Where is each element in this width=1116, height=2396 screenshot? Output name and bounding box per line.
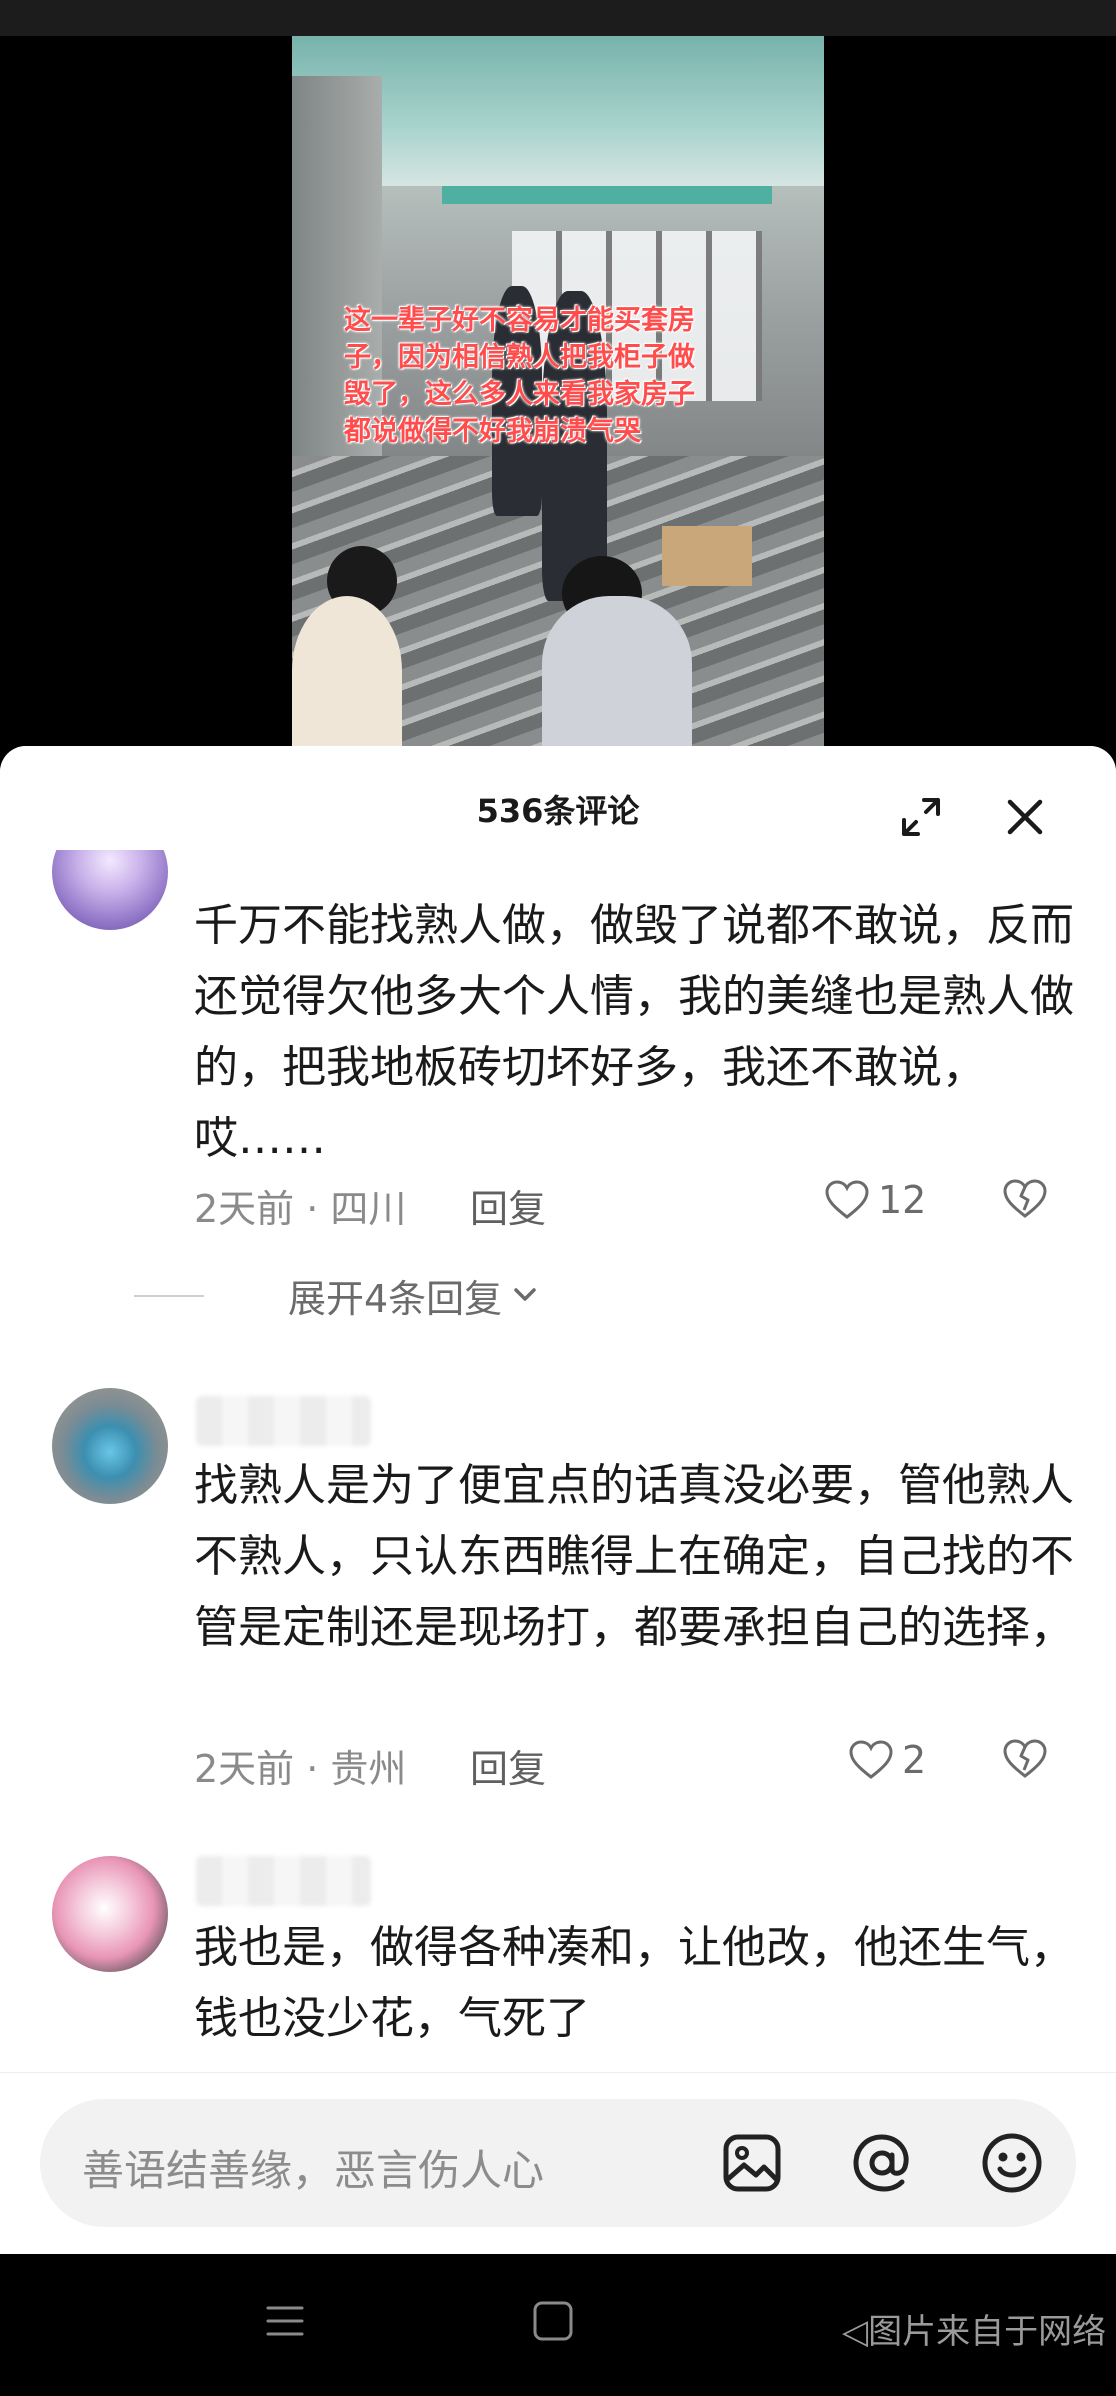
comment-meta: 2天前 · 贵州 回复 2 bbox=[194, 1736, 1094, 1791]
comments-header: 536条评论 bbox=[0, 746, 1116, 850]
comment-input-placeholder: 善语结善缘，恶言伤人心 bbox=[82, 2146, 545, 2195]
comment-time-location: 2天前 · 四川 bbox=[194, 1187, 407, 1231]
reply-button[interactable]: 回复 bbox=[470, 1178, 546, 1233]
emoji-icon[interactable] bbox=[980, 2131, 1044, 2195]
video-ceiling-trim bbox=[442, 186, 772, 204]
home-icon[interactable] bbox=[530, 2298, 576, 2348]
chevron-down-icon bbox=[514, 1288, 536, 1301]
like-count: 2 bbox=[902, 1738, 927, 1782]
avatar[interactable] bbox=[52, 1856, 168, 1972]
video-child bbox=[292, 596, 402, 746]
username-redacted[interactable] bbox=[196, 1396, 371, 1446]
comments-count-title: 536条评论 bbox=[476, 792, 640, 830]
username-redacted[interactable] bbox=[196, 1856, 371, 1906]
dislike-button[interactable] bbox=[1002, 1736, 1048, 1791]
heart-icon bbox=[849, 1740, 893, 1779]
video-frame: 这一辈子好不容易才能买套房 子，因为相信熟人把我柜子做 毁了，这么多人来看我家房… bbox=[292, 36, 824, 746]
dislike-button[interactable] bbox=[1002, 1176, 1048, 1231]
menu-icon[interactable] bbox=[262, 2298, 308, 2348]
status-bar bbox=[0, 0, 1116, 36]
close-icon[interactable] bbox=[1002, 794, 1048, 840]
comment-text: 找熟人是为了便宜点的话真没必要，管他熟人不熟人，只认东西瞧得上在确定，自己找的不… bbox=[194, 1460, 1074, 1653]
video-child bbox=[542, 596, 692, 746]
system-nav-bar: ◁图片来自于网络 bbox=[0, 2254, 1116, 2396]
comment-meta: 2天前 · 四川 回复 12 bbox=[194, 1176, 1094, 1231]
avatar[interactable] bbox=[52, 850, 168, 930]
expand-icon[interactable] bbox=[898, 794, 944, 840]
comment-text: 千万不能找熟人做，做毁了说都不敢说，反而还觉得欠他多大个人情，我的美缝也是熟人做… bbox=[194, 900, 1074, 1164]
expand-replies-label: 展开4条回复 bbox=[288, 1276, 503, 1321]
broken-heart-icon bbox=[1003, 1179, 1047, 1218]
like-button[interactable]: 12 bbox=[824, 1178, 926, 1222]
comment-time-location: 2天前 · 贵州 bbox=[194, 1747, 407, 1791]
expand-replies-button[interactable]: 展开4条回复 bbox=[134, 1270, 542, 1321]
heart-icon bbox=[825, 1180, 869, 1219]
comments-sheet: 536条评论 千万不能找熟人做，做毁了说都不敢说，反而还觉得欠他多大个人情，我的… bbox=[0, 746, 1116, 2254]
like-button[interactable]: 2 bbox=[848, 1738, 926, 1782]
avatar[interactable] bbox=[52, 1388, 168, 1504]
watermark: ◁图片来自于网络 bbox=[842, 2312, 1107, 2352]
comment-input[interactable]: 善语结善缘，恶言伤人心 bbox=[40, 2099, 1076, 2227]
divider bbox=[134, 1295, 204, 1297]
comment-text: 我也是，做得各种凑和，让他改，他还生气，钱也没少花，气死了 bbox=[194, 1922, 1074, 2044]
comment-composer: 善语结善缘，恶言伤人心 bbox=[0, 2072, 1116, 2254]
like-count: 12 bbox=[878, 1178, 927, 1222]
reply-button[interactable]: 回复 bbox=[470, 1738, 546, 1793]
video-player[interactable]: 这一辈子好不容易才能买套房 子，因为相信熟人把我柜子做 毁了，这么多人来看我家房… bbox=[0, 36, 1116, 746]
video-box bbox=[662, 526, 752, 586]
image-icon[interactable] bbox=[720, 2131, 784, 2195]
broken-heart-icon bbox=[1003, 1739, 1047, 1778]
video-caption: 这一辈子好不容易才能买套房 子，因为相信熟人把我柜子做 毁了，这么多人来看我家房… bbox=[344, 305, 695, 447]
comments-list[interactable]: 千万不能找熟人做，做毁了说都不敢说，反而还觉得欠他多大个人情，我的美缝也是熟人做… bbox=[0, 850, 1116, 2150]
mention-icon[interactable] bbox=[850, 2131, 914, 2195]
